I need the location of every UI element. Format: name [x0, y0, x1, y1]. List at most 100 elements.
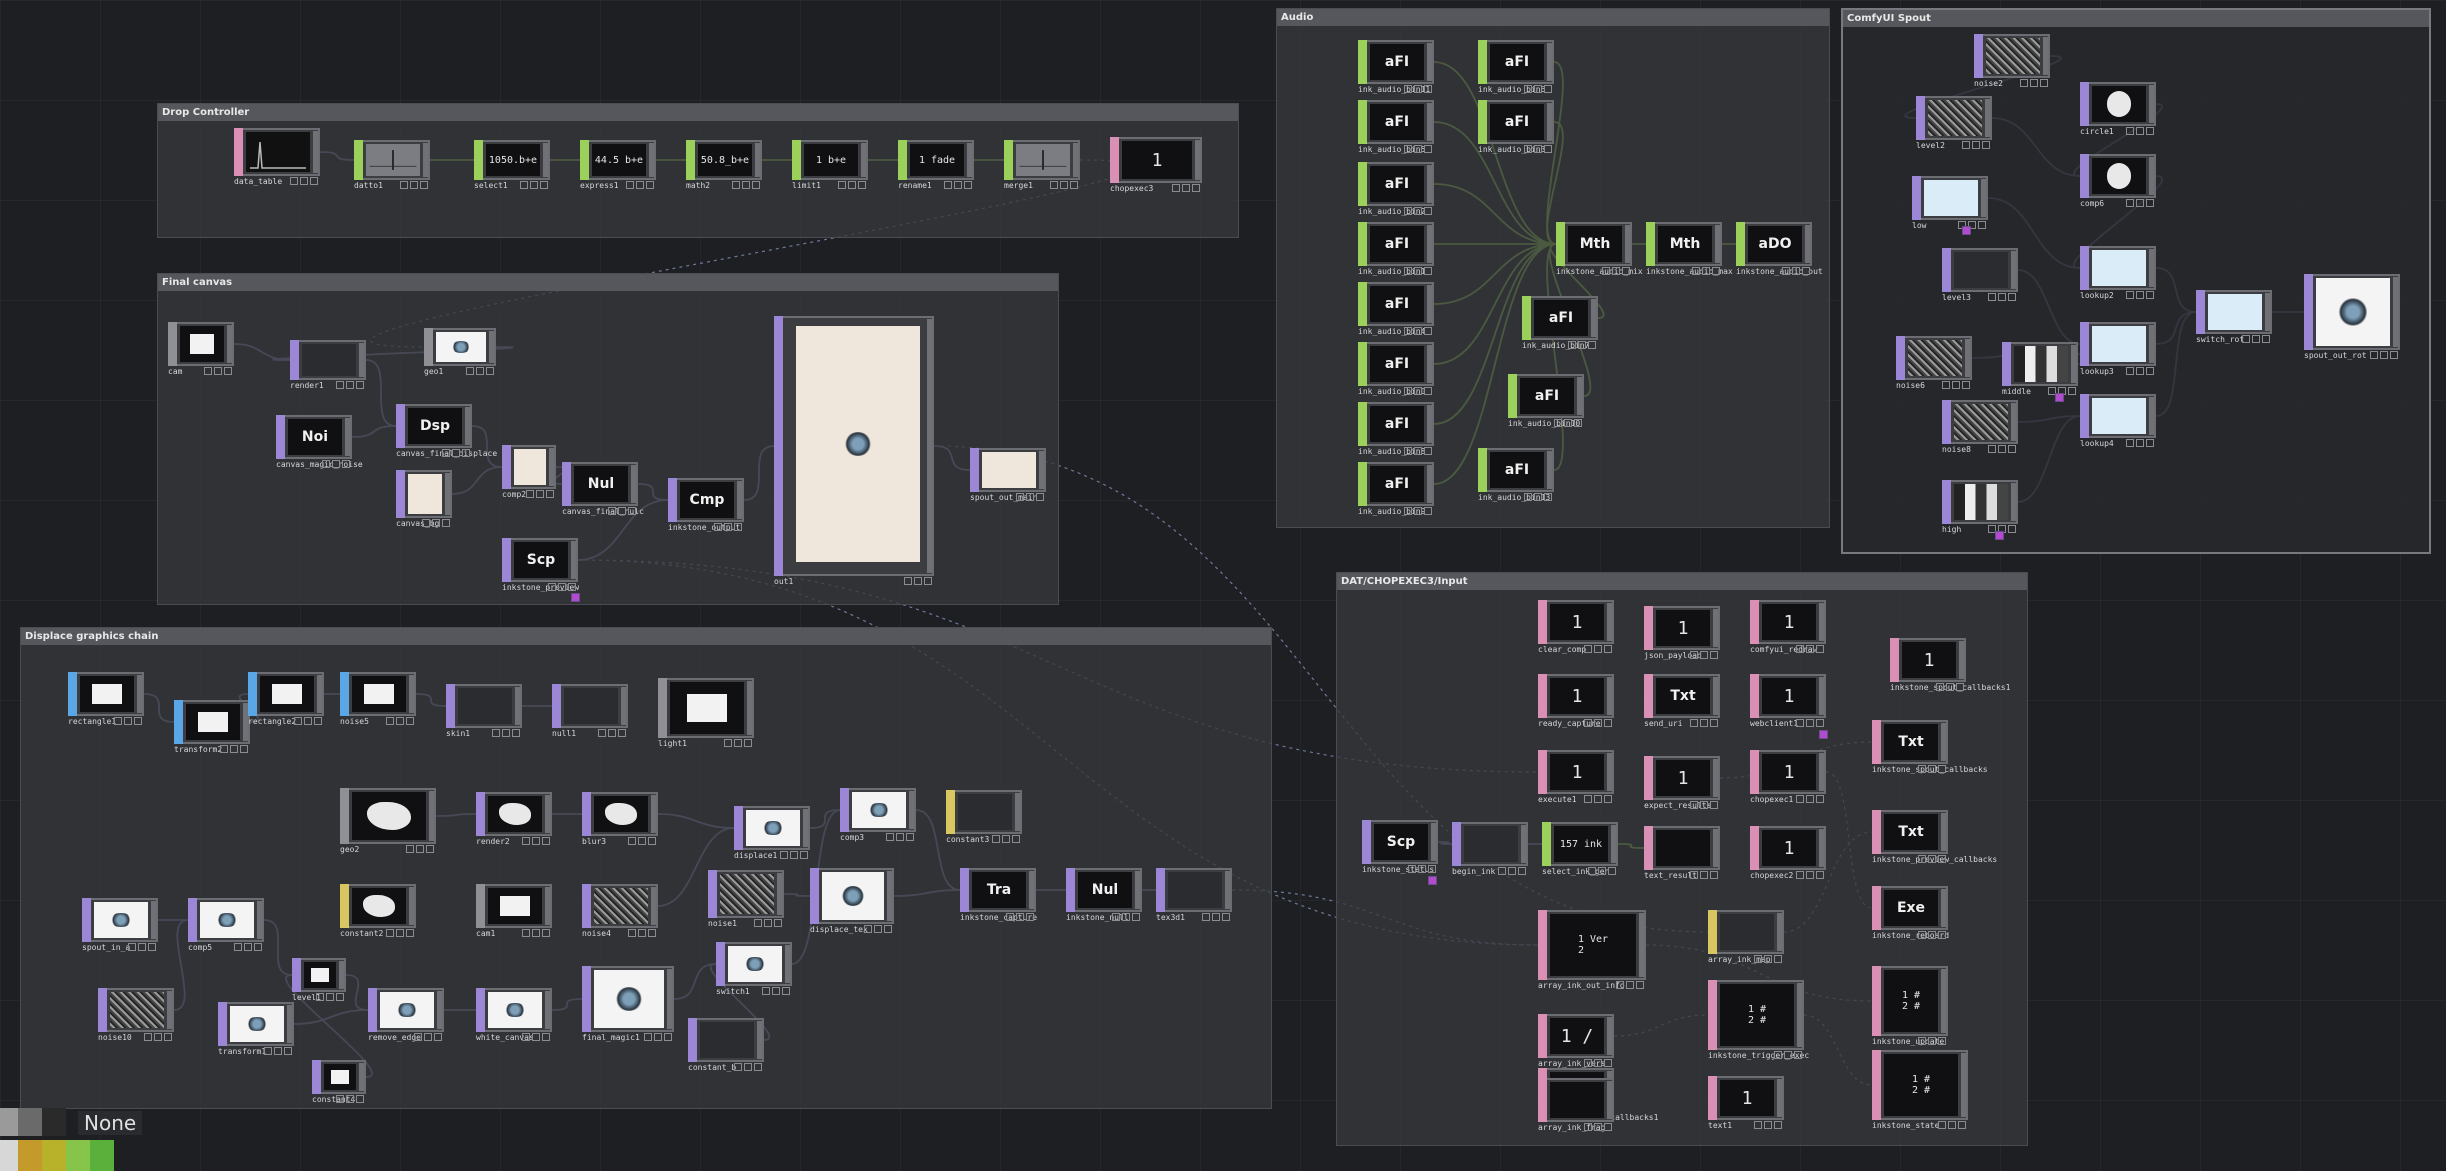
node-flag-toggle[interactable]	[714, 523, 722, 531]
node-flag-toggle[interactable]	[1602, 267, 1610, 275]
node-flag-toggle[interactable]	[492, 729, 500, 737]
node-flag-toggle[interactable]	[628, 507, 636, 515]
output-connector[interactable]	[1547, 451, 1552, 489]
node-afi13[interactable]: aFI ink_audio_bin13	[1478, 448, 1554, 502]
node-flag-toggle[interactable]	[540, 181, 548, 189]
node-flag-toggle[interactable]	[1414, 327, 1422, 335]
node-viewer[interactable]	[1168, 872, 1222, 908]
output-connector[interactable]	[747, 681, 752, 735]
node-array-vers[interactable]: 1 /array_ink_vers	[1538, 1014, 1614, 1068]
node-select-ink[interactable]: 157 ink select_ink_gen	[1542, 822, 1618, 876]
output-connector[interactable]	[423, 143, 428, 177]
palette-swatch[interactable]	[42, 1108, 66, 1136]
node-flag-toggle[interactable]	[1700, 651, 1708, 659]
node-flag-toggle[interactable]	[1806, 795, 1814, 803]
node-flag-toggle[interactable]	[954, 181, 962, 189]
node-viewer[interactable]: 1 Ver 2	[1550, 914, 1636, 976]
node-level1[interactable]: level1	[292, 958, 346, 1002]
node-viewer[interactable]	[594, 796, 648, 832]
node-flag-toggle[interactable]	[568, 583, 576, 591]
output-connector[interactable]	[1777, 913, 1782, 951]
output-connector[interactable]	[1713, 609, 1718, 647]
output-connector[interactable]	[465, 407, 470, 445]
node-viewer[interactable]	[1954, 252, 2008, 288]
node-flag-toggle[interactable]	[1796, 645, 1804, 653]
node-flag-toggle[interactable]	[800, 851, 808, 859]
node-viewer[interactable]: 1 # 2 #	[1884, 970, 1938, 1032]
node-flag-toggle[interactable]	[1594, 645, 1602, 653]
output-connector[interactable]	[667, 969, 672, 1029]
node-switch1[interactable]: switch1	[716, 942, 792, 996]
node-flag-toggle[interactable]	[1702, 267, 1710, 275]
node-flag-toggle[interactable]	[476, 367, 484, 375]
node-flag-toggle[interactable]	[1408, 865, 1416, 873]
node-flag-toggle[interactable]	[520, 181, 528, 189]
node-flag-toggle[interactable]	[608, 507, 616, 515]
node-flag-toggle[interactable]	[410, 181, 418, 189]
node-viewer[interactable]: Txt	[1884, 814, 1938, 850]
node-middle[interactable]: middle	[2002, 342, 2078, 396]
node-name[interactable]: noise1	[708, 919, 737, 928]
node-chopexec1[interactable]: 1 chopexec1	[1750, 750, 1826, 804]
output-connector[interactable]	[545, 795, 550, 833]
node-viewer[interactable]	[2316, 278, 2390, 346]
node-spout-out[interactable]: spout_out_main	[970, 448, 1046, 502]
node-viewer[interactable]	[1550, 1082, 1604, 1118]
node-high[interactable]: high	[1942, 480, 2018, 534]
node-flag-toggle[interactable]	[1404, 267, 1412, 275]
node-flag-toggle[interactable]	[2146, 367, 2154, 375]
node-viewer[interactable]: 1 # 2 #	[1884, 1054, 1958, 1116]
output-connector[interactable]	[1777, 1079, 1782, 1117]
node-name[interactable]: array_ink_out_info	[1538, 981, 1625, 990]
node-viewer[interactable]: 1 fade	[910, 144, 964, 176]
node-viewer[interactable]	[94, 902, 148, 938]
node-afi1[interactable]: aFI ink_audio_bin11	[1358, 40, 1434, 94]
node-flag-toggle[interactable]	[240, 745, 248, 753]
node-name[interactable]: noise6	[1896, 381, 1925, 390]
node-flag-toggle[interactable]	[2136, 439, 2144, 447]
node-flag-toggle[interactable]	[346, 1095, 354, 1103]
node-afi8[interactable]: aFI ink_audio_bin9	[1358, 462, 1434, 516]
node-noise5[interactable]: noise5	[340, 672, 416, 726]
node-flag-toggle[interactable]	[1036, 493, 1044, 501]
node-name[interactable]: begin_ink	[1452, 867, 1495, 876]
node-flag-toggle[interactable]	[2242, 335, 2250, 343]
node-low[interactable]: low	[1912, 176, 1988, 230]
node-flag-toggle[interactable]	[884, 925, 892, 933]
node-viewer[interactable]	[408, 474, 442, 514]
output-connector[interactable]	[1015, 793, 1020, 831]
node-afi2[interactable]: aFI ink_audio_bin5	[1358, 100, 1434, 154]
output-connector[interactable]	[2043, 37, 2048, 75]
node-flag-toggle[interactable]	[762, 987, 770, 995]
output-connector[interactable]	[1029, 871, 1034, 909]
node-flag-toggle[interactable]	[724, 739, 732, 747]
node-name[interactable]: select1	[474, 181, 508, 190]
node-flag-toggle[interactable]	[2146, 199, 2154, 207]
node-viewer[interactable]	[1954, 484, 2008, 520]
node-name[interactable]: geo1	[424, 367, 443, 376]
node-name[interactable]: noise4	[582, 929, 611, 938]
node-flag-toggle[interactable]	[1414, 207, 1422, 215]
node-flag-toggle[interactable]	[1928, 855, 1936, 863]
node-flag-toggle[interactable]	[638, 929, 646, 937]
node-viewer[interactable]	[1720, 914, 1774, 950]
palette-swatch[interactable]	[0, 1140, 18, 1171]
node-merge1[interactable]: merge1	[1004, 140, 1080, 190]
node-geo2[interactable]: geo2	[340, 788, 436, 854]
node-flag-toggle[interactable]	[2146, 291, 2154, 299]
node-viewer[interactable]	[352, 888, 406, 924]
output-connector[interactable]	[1607, 603, 1612, 641]
node-displace-tex[interactable]: displace_tex	[810, 868, 894, 934]
node-viewer[interactable]: 1	[1656, 610, 1710, 646]
node-flag-toggle[interactable]	[530, 181, 538, 189]
output-connector[interactable]	[2011, 403, 2016, 441]
output-connector[interactable]	[757, 1021, 762, 1059]
node-flag-toggle[interactable]	[1026, 493, 1034, 501]
node-flag-toggle[interactable]	[466, 367, 474, 375]
node-flag-toggle[interactable]	[2008, 445, 2016, 453]
output-connector[interactable]	[137, 675, 142, 713]
output-connector[interactable]	[1431, 823, 1436, 861]
output-connector[interactable]	[1981, 179, 1986, 217]
node-displace1[interactable]: displace1	[734, 806, 810, 860]
palette-swatch[interactable]	[18, 1140, 42, 1171]
